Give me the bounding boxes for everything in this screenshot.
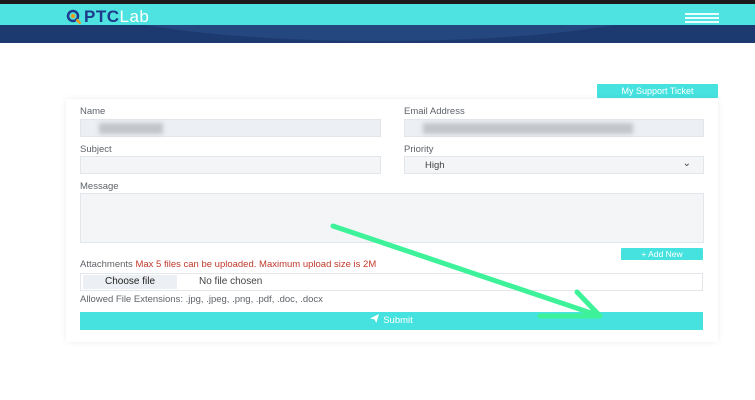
green-arrow-annotation xyxy=(330,223,603,319)
